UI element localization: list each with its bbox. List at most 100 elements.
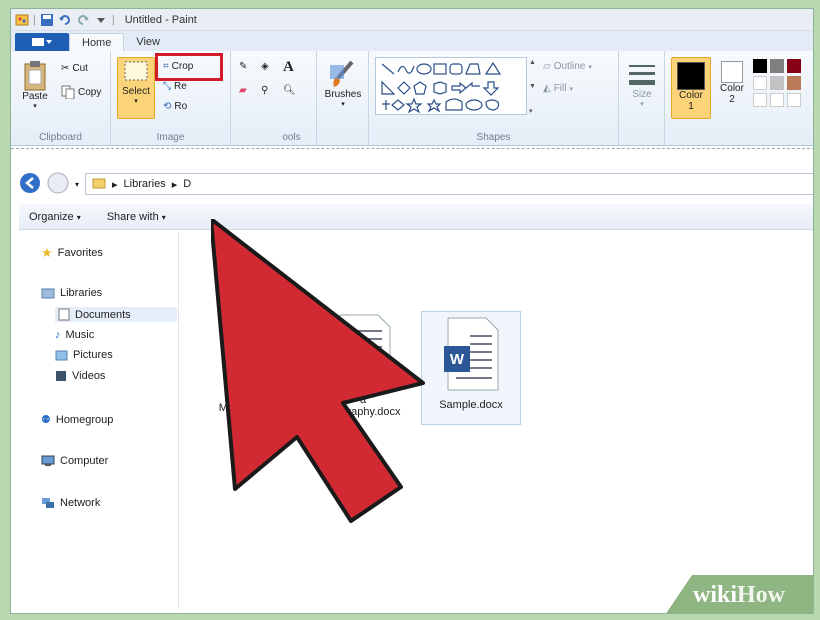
organize-button[interactable]: Organize ▾ — [29, 211, 81, 223]
back-button[interactable] — [19, 172, 41, 197]
magnifier-tool[interactable]: 🔍︎ — [283, 85, 296, 96]
eraser-tool[interactable]: ▰ — [239, 85, 247, 96]
color2-button[interactable]: Color 2 — [715, 57, 749, 105]
resize-icon: ⤡ — [163, 81, 171, 92]
file-menu-button[interactable] — [15, 33, 69, 51]
tab-home[interactable]: Home — [69, 33, 125, 51]
color-palette[interactable] — [753, 59, 801, 107]
cut-button[interactable]: ✂ Cut — [61, 63, 88, 74]
nav-computer[interactable]: Computer — [41, 455, 108, 467]
nav-libraries[interactable]: Libraries — [41, 287, 102, 299]
crop-highlight-box — [155, 53, 223, 81]
nav-pictures[interactable]: Pictures — [55, 349, 113, 361]
share-dropdown-icon: ▾ — [161, 212, 166, 222]
scissors-icon: ✂ — [61, 63, 70, 74]
nav-music-label: Music — [65, 329, 95, 341]
save-icon[interactable] — [40, 13, 54, 27]
color1-swatch — [677, 62, 705, 90]
paint-window: | | Untitled - Paint Home View Paste ▾ ✂… — [10, 8, 814, 614]
nav-favorites-label: Favorites — [57, 247, 103, 259]
share-with-label: Share with — [106, 210, 159, 223]
palette-swatch[interactable] — [787, 59, 801, 73]
share-with-button[interactable]: Share with ▾ — [107, 211, 166, 223]
clipboard-group-label: Clipboard — [39, 132, 82, 143]
paste-button[interactable]: Paste ▾ — [17, 59, 53, 110]
paste-label: Paste — [22, 91, 48, 102]
breadcrumb-libraries[interactable]: Libraries — [124, 178, 166, 190]
line-size-icon — [629, 65, 655, 85]
copy-label: Copy — [78, 86, 102, 98]
palette-swatch[interactable] — [770, 59, 784, 73]
group-colors: Color 1 Color 2 — [665, 51, 801, 146]
tab-view[interactable]: View — [124, 33, 172, 51]
customize-qa-icon[interactable] — [94, 13, 108, 27]
shapes-scroll[interactable]: ▲ ▼ ▾ — [529, 59, 539, 115]
select-icon — [124, 61, 148, 81]
pencil-tool[interactable]: ✎ — [239, 61, 247, 72]
nav-documents[interactable]: Documents — [55, 307, 177, 322]
music-icon: ♪ — [55, 329, 61, 341]
breadcrumb-chevron-icon: ▸ — [112, 178, 118, 191]
scroll-more-icon: ▾ — [529, 108, 533, 115]
organize-label: Organize — [29, 210, 74, 223]
image-group-label: Image — [156, 132, 185, 143]
forward-button[interactable] — [47, 172, 69, 197]
rotate-button[interactable]: ⟲ Ro — [163, 101, 187, 112]
pictures-icon — [55, 350, 68, 360]
cut-label: Cut — [72, 63, 88, 74]
nav-favorites[interactable]: ★ Favorites — [41, 245, 103, 261]
palette-swatch[interactable] — [753, 93, 767, 107]
organize-dropdown-icon: ▾ — [76, 212, 81, 222]
breadcrumb-next[interactable]: D — [183, 178, 191, 190]
color1-button[interactable]: Color 1 — [671, 57, 711, 119]
fill-dropdown-icon: ▾ — [569, 85, 573, 93]
address-bar-row: ▾ ▸ Libraries ▸ D — [19, 171, 813, 197]
redo-icon[interactable] — [76, 13, 90, 27]
select-label: Select — [122, 86, 150, 97]
brushes-button[interactable]: Brushes ▾ — [321, 59, 365, 108]
paste-icon — [24, 61, 46, 91]
select-dropdown-icon: ▾ — [134, 98, 138, 105]
paint-canvas[interactable]: ▾ ▸ Libraries ▸ D Organize ▾ Share with … — [11, 148, 813, 613]
outline-button[interactable]: ▱ Outline ▾ — [543, 61, 592, 72]
color-picker-tool[interactable]: ⚲ — [261, 85, 268, 96]
copy-icon — [61, 85, 75, 99]
size-button[interactable]: Size ▾ — [623, 59, 661, 108]
shapes-gallery[interactable] — [375, 57, 527, 115]
resize-label: Re — [174, 81, 187, 92]
size-label: Size — [632, 89, 652, 100]
paste-dropdown-icon: ▾ — [33, 103, 37, 110]
nav-network[interactable]: Network — [41, 497, 100, 509]
undo-icon[interactable] — [58, 13, 72, 27]
videos-icon — [56, 371, 66, 381]
paint-app-icon — [15, 13, 29, 27]
fill-tool[interactable]: ◈ — [261, 61, 269, 72]
size-dropdown-icon: ▾ — [640, 101, 644, 108]
computer-icon — [41, 455, 55, 466]
rotate-icon: ⟲ — [163, 101, 172, 112]
address-box[interactable]: ▸ Libraries ▸ D — [85, 173, 813, 195]
copy-button[interactable]: Copy — [61, 85, 101, 99]
fill-button[interactable]: ◭ Fill ▾ — [543, 83, 573, 94]
nav-homegroup[interactable]: ⚉ Homegroup — [41, 413, 114, 427]
palette-swatch[interactable] — [753, 76, 767, 90]
nav-music[interactable]: ♪ Music — [55, 329, 94, 341]
nav-homegroup-label: Homegroup — [55, 413, 114, 426]
navigation-pane: ★ Favorites Libraries Documents ♪ Music … — [19, 231, 179, 609]
libraries-icon — [41, 288, 55, 299]
palette-swatch[interactable] — [787, 76, 801, 90]
palette-swatch[interactable] — [753, 59, 767, 73]
palette-swatch[interactable] — [787, 93, 801, 107]
palette-swatch[interactable] — [770, 76, 784, 90]
nav-videos[interactable]: Videos — [55, 370, 105, 382]
outline-dropdown-icon: ▾ — [588, 63, 592, 71]
resize-button[interactable]: ⤡ Re — [163, 81, 187, 92]
text-tool[interactable]: A — [283, 59, 294, 76]
select-button[interactable]: Select ▾ — [117, 57, 155, 119]
palette-swatch[interactable] — [770, 93, 784, 107]
watermark-how: How — [737, 581, 786, 608]
folder-icon — [92, 177, 106, 192]
eyedropper-icon: ⚲ — [261, 85, 269, 96]
history-dropdown-icon[interactable]: ▾ — [75, 180, 79, 189]
red-arrow-annotation — [211, 219, 425, 523]
